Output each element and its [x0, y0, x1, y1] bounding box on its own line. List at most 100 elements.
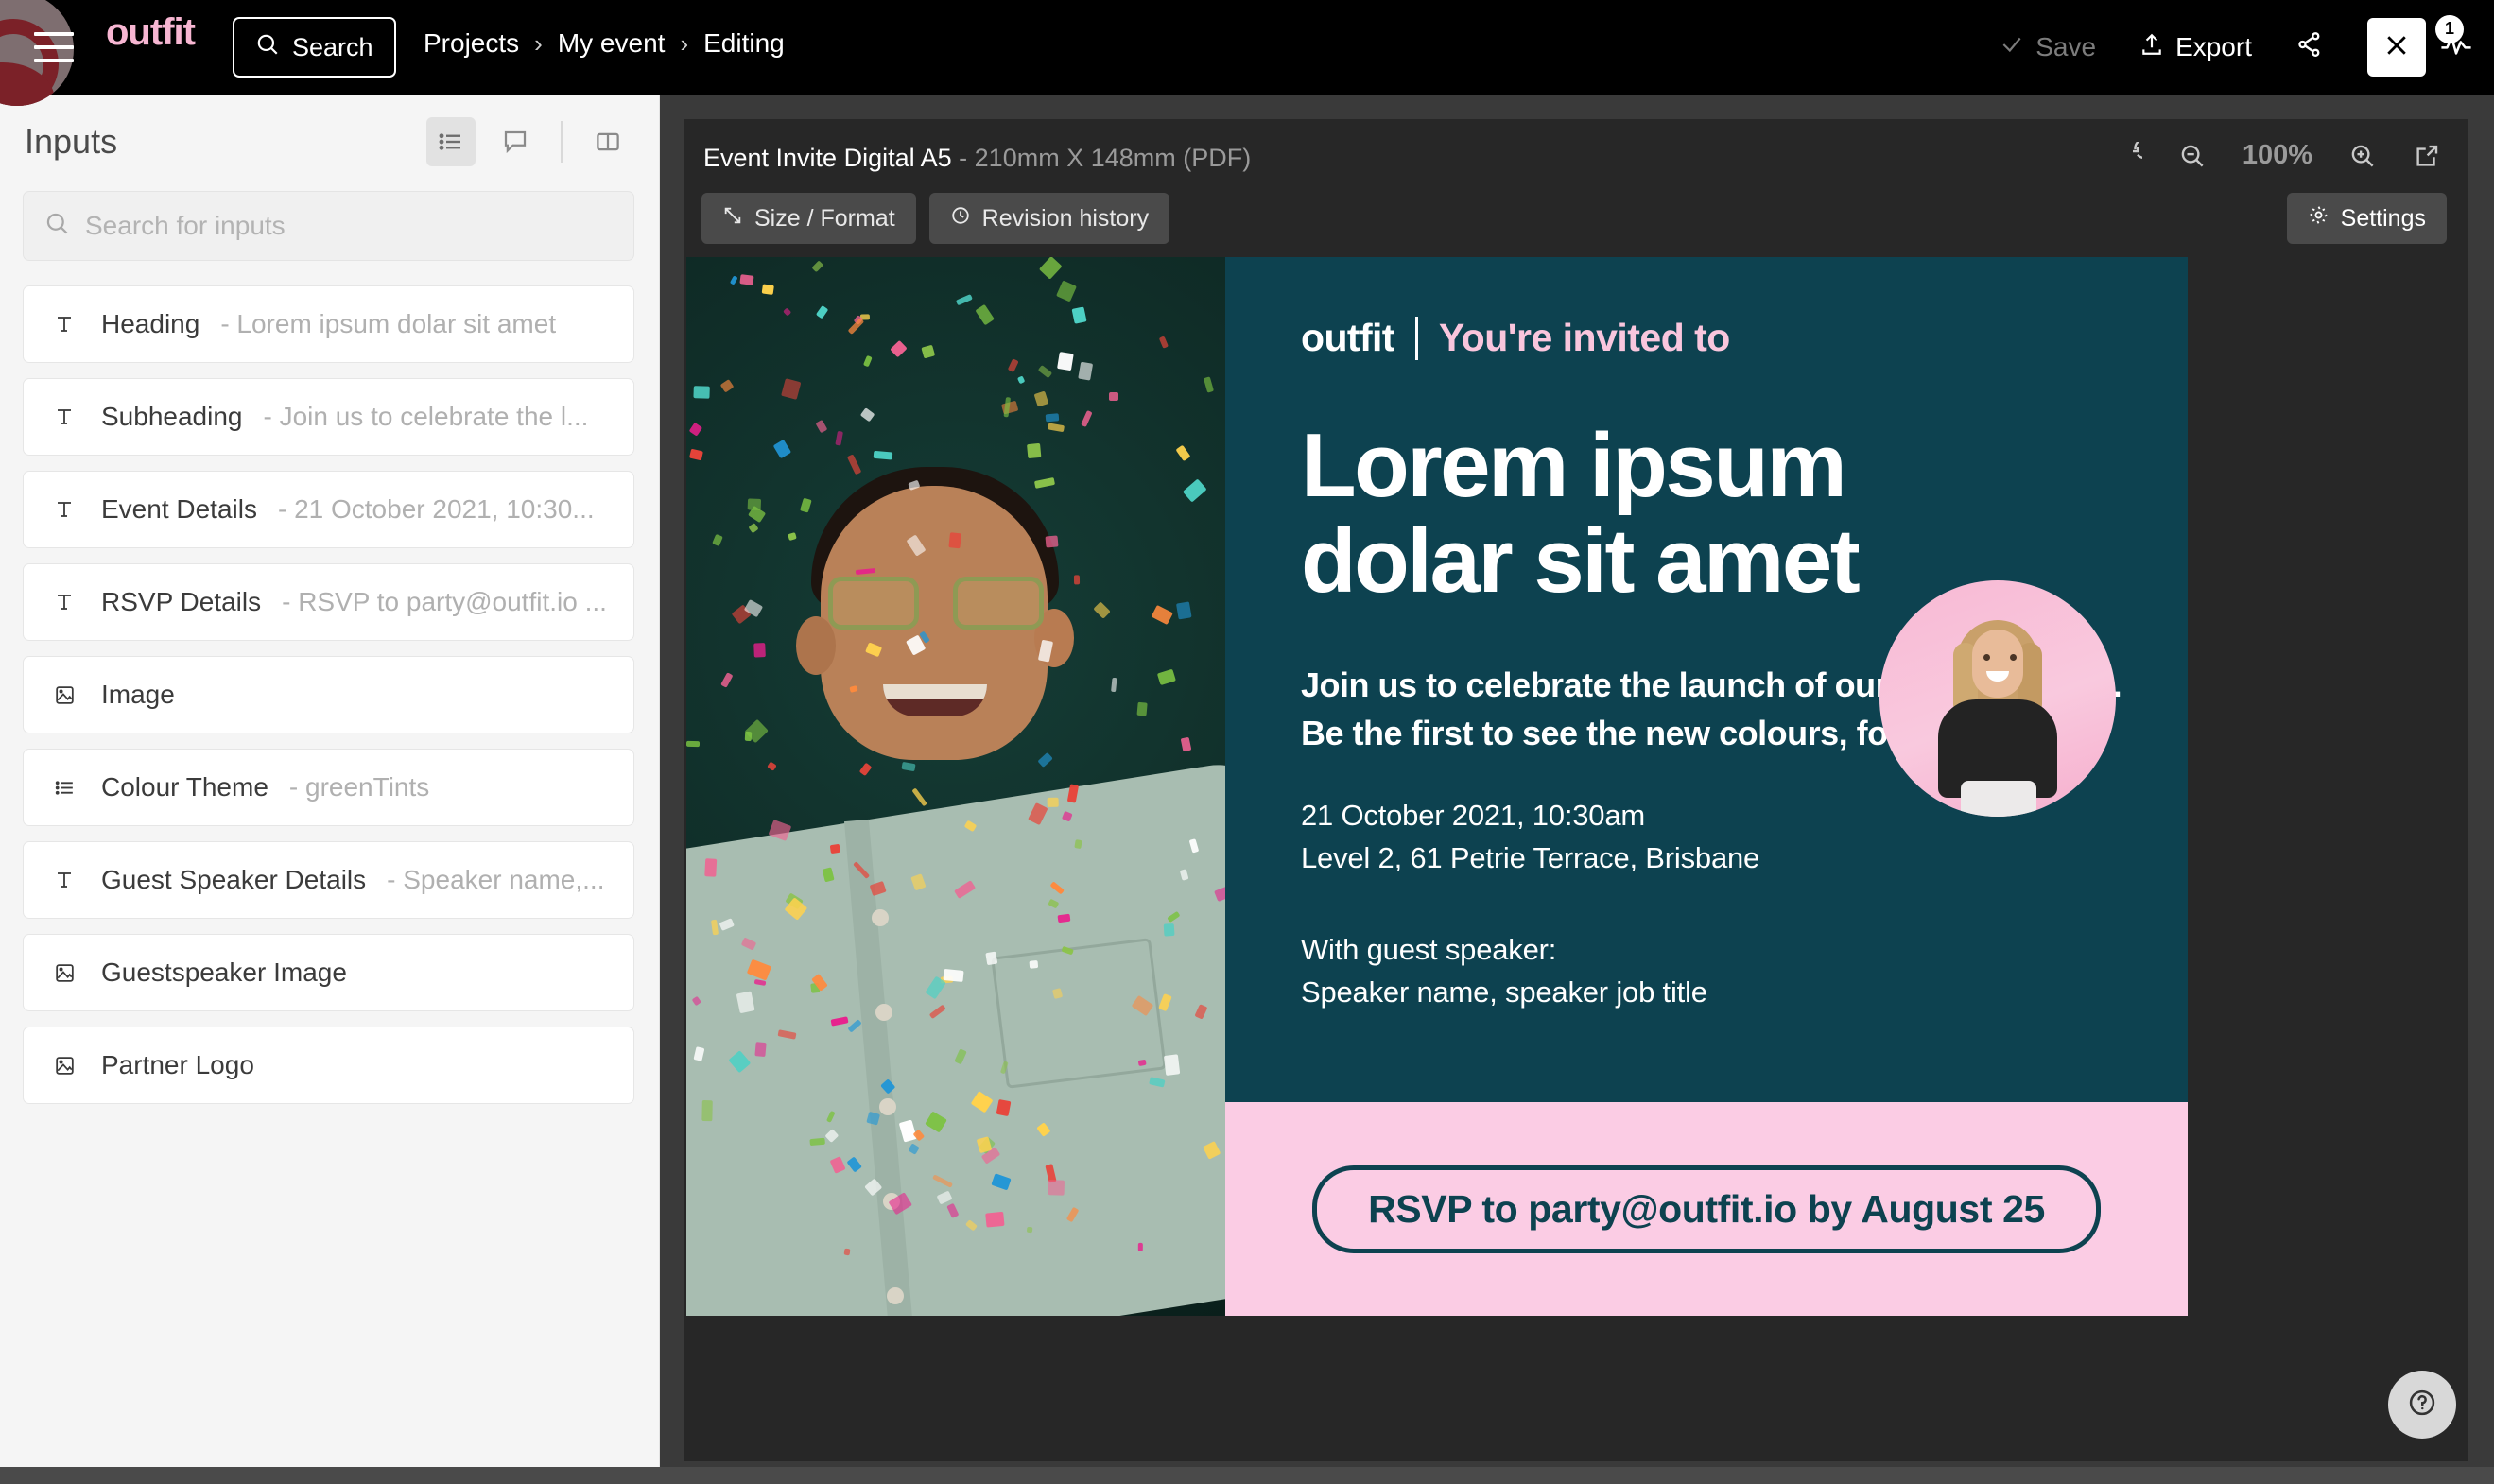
revision-history-label: Revision history	[981, 204, 1150, 232]
photo-shirt-button	[875, 1004, 892, 1021]
input-label: Event Details	[101, 494, 257, 524]
design-rsvp-button[interactable]: RSVP to party@outfit.io by August 25	[1312, 1165, 2101, 1253]
close-icon	[2382, 31, 2411, 64]
input-value: - 21 October 2021, 10:30...	[277, 494, 595, 524]
text-icon	[48, 406, 80, 428]
input-item-event-details[interactable]: Event Details - 21 October 2021, 10:30..…	[23, 471, 634, 548]
design-event-location: Level 2, 61 Petrie Terrace, Brisbane	[1301, 840, 1760, 874]
page-title: Inputs	[25, 122, 118, 161]
canvas-toolbar: Size / Format Revision history	[701, 193, 1170, 244]
activity-button[interactable]: 1	[2435, 14, 2473, 65]
canvas-workspace: Event Invite Digital A5 - 210mm X 148mm …	[660, 95, 2494, 1484]
sidebar-view-toggles	[426, 117, 632, 166]
zoom-in-icon[interactable]	[2348, 142, 2377, 170]
share-icon	[2295, 30, 2324, 65]
design-logo: outfit	[1301, 316, 1394, 359]
input-label: RSVP Details	[101, 587, 262, 616]
design-speaker-name: Speaker name, speaker job title	[1301, 975, 1707, 1009]
menu-icon[interactable]	[34, 32, 74, 62]
design-speaker-photo[interactable]	[1879, 580, 2116, 817]
search-button[interactable]: Search	[233, 17, 396, 78]
document-dimensions: - 210mm X 148mm (PDF)	[959, 144, 1252, 172]
input-value: - Join us to celebrate the l...	[263, 402, 589, 431]
breadcrumb-my-event[interactable]: My event	[558, 28, 666, 59]
list-view-icon[interactable]	[426, 117, 476, 166]
divider	[1414, 316, 1418, 360]
input-value: - Speaker name,...	[387, 865, 605, 894]
image-icon	[48, 961, 80, 985]
document-name: Event Invite Digital A5	[703, 144, 952, 172]
app-logo[interactable]: outfit	[106, 11, 196, 54]
breadcrumb-separator: ›	[534, 28, 543, 58]
top-bar: outfit Search Projects › My event › Edit…	[0, 0, 2494, 106]
top-bar-actions: Save Export 1	[2000, 0, 2494, 95]
input-item-partner-logo[interactable]: Partner Logo	[23, 1027, 634, 1104]
help-icon	[2406, 1387, 2438, 1424]
zoom-out-icon[interactable]	[2178, 142, 2207, 170]
speaker-eye-right	[2010, 654, 2017, 661]
photo-person-glasses	[828, 577, 1048, 630]
zoom-level: 100%	[2242, 140, 2312, 170]
save-button[interactable]: Save	[2000, 32, 2096, 63]
size-format-label: Size / Format	[754, 204, 895, 232]
text-icon	[48, 869, 80, 891]
design-main-area: outfit You're invited to Lorem ipsum dol…	[1225, 257, 2188, 1102]
input-label: Heading	[101, 309, 200, 338]
comment-icon[interactable]	[491, 117, 540, 166]
settings-button[interactable]: Settings	[2286, 193, 2447, 244]
photo-shirt-button	[879, 1098, 896, 1115]
input-label: Subheading	[101, 402, 243, 431]
input-item-rsvp-details[interactable]: RSVP Details - RSVP to party@outfit.io .…	[23, 563, 634, 641]
revision-history-button[interactable]: Revision history	[928, 193, 1170, 244]
open-external-icon[interactable]	[2413, 142, 2441, 170]
photo-shirt-pocket	[991, 938, 1167, 1089]
search-inputs-field[interactable]	[23, 191, 634, 261]
photo-person-smile	[883, 684, 987, 716]
search-input[interactable]	[85, 211, 613, 241]
design-speaker-details: With guest speaker: Speaker name, speake…	[1301, 929, 2125, 1014]
check-icon	[2000, 32, 2024, 63]
document-title: Event Invite Digital A5 - 210mm X 148mm …	[703, 144, 1251, 173]
export-button-label: Export	[2175, 32, 2252, 61]
speaker-pants	[1961, 781, 2036, 817]
input-label: Image	[101, 680, 175, 709]
input-item-heading[interactable]: Heading - Lorem ipsum dolar sit amet	[23, 285, 634, 363]
refresh-icon[interactable]	[2114, 141, 2142, 170]
breadcrumb-editing[interactable]: Editing	[703, 28, 785, 59]
design-invited-text: You're invited to	[1438, 316, 1731, 359]
upload-icon	[2139, 32, 2164, 63]
split-panel-icon[interactable]	[583, 117, 632, 166]
text-icon	[48, 498, 80, 521]
help-button[interactable]	[2388, 1371, 2456, 1439]
input-item-colour-theme[interactable]: Colour Theme - greenTints	[23, 749, 634, 826]
text-icon	[48, 313, 80, 336]
close-button[interactable]	[2367, 18, 2426, 77]
notification-badge: 1	[2435, 14, 2464, 43]
image-icon	[48, 683, 80, 707]
input-value: - RSVP to party@outfit.io ...	[282, 587, 607, 616]
input-item-image[interactable]: Image	[23, 656, 634, 733]
design-speaker-intro: With guest speaker:	[1301, 932, 1557, 966]
gear-icon	[2308, 204, 2329, 233]
photo-shirt-button	[872, 909, 889, 926]
design-artboard[interactable]: outfit You're invited to Lorem ipsum dol…	[686, 257, 2188, 1316]
size-format-button[interactable]: Size / Format	[701, 193, 916, 244]
input-label: Guest Speaker Details	[101, 865, 367, 894]
zoom-controls: 100%	[2114, 140, 2441, 171]
hero-photo[interactable]	[686, 257, 1225, 1316]
list-icon	[48, 776, 80, 800]
breadcrumb-projects[interactable]: Projects	[424, 28, 519, 59]
input-value: - greenTints	[288, 772, 430, 802]
share-button[interactable]	[2295, 30, 2324, 65]
search-icon	[255, 32, 280, 63]
inputs-list: Heading - Lorem ipsum dolar sit amet Sub…	[0, 285, 659, 1104]
search-icon	[44, 211, 70, 241]
input-item-guest-speaker-details[interactable]: Guest Speaker Details - Speaker name,...	[23, 841, 634, 919]
resize-icon	[722, 205, 743, 233]
export-button[interactable]: Export	[2139, 32, 2252, 63]
image-icon	[48, 1054, 80, 1078]
breadcrumb-separator: ›	[680, 28, 689, 58]
input-item-guestspeaker-image[interactable]: Guestspeaker Image	[23, 934, 634, 1011]
inputs-sidebar: Inputs Heading - Lorem ipsum dolar sit a…	[0, 95, 660, 1484]
input-item-subheading[interactable]: Subheading - Join us to celebrate the l.…	[23, 378, 634, 456]
